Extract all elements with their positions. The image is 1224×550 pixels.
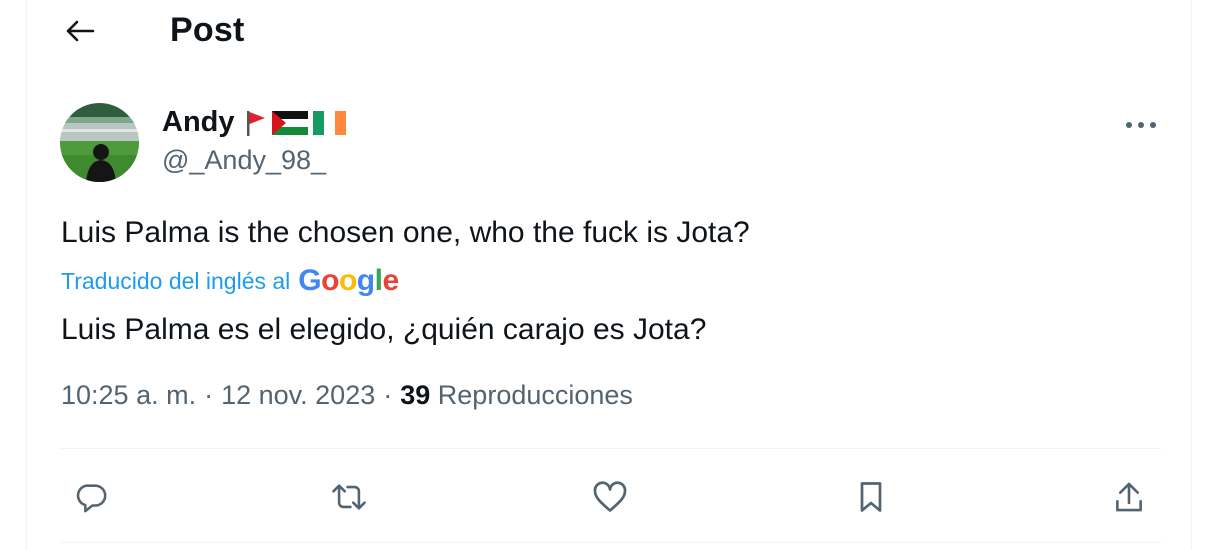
author-name[interactable]: Andy [162, 106, 235, 139]
translation-attribution[interactable]: Traducido del inglés al Google [61, 264, 399, 298]
repost-button[interactable] [327, 475, 371, 519]
name-flags [245, 109, 346, 137]
views-label: Reproducciones [437, 380, 633, 410]
action-bar [27, 465, 1191, 525]
page-title: Post [170, 11, 245, 49]
views: 39 Reproducciones [400, 380, 633, 411]
palestine-flag-icon [271, 110, 308, 135]
like-button[interactable] [588, 475, 632, 519]
meta-separator: · [383, 380, 393, 410]
tweet-meta: 10:25 a. m. · 12 nov. 2023 · 39 Reproduc… [61, 380, 633, 411]
page-header: Post [27, 0, 1191, 62]
tweet-time[interactable]: 10:25 a. m. [61, 380, 196, 411]
red-flag-icon [246, 110, 265, 136]
google-logo: Google [298, 264, 399, 297]
share-icon [1116, 482, 1142, 512]
divider [61, 542, 1161, 543]
tweet-text: Luis Palma is the chosen one, who the fu… [61, 216, 750, 249]
bookmark-button[interactable] [849, 475, 893, 519]
author-row: Andy [162, 106, 346, 139]
meta-separator: · [204, 380, 214, 410]
translated-text: Luis Palma es el elegido, ¿quién carajo … [61, 313, 707, 346]
reply-button[interactable] [69, 475, 113, 519]
avatar-image [60, 103, 139, 182]
share-button[interactable] [1107, 475, 1151, 519]
author-handle[interactable]: @_Andy_98_ [162, 145, 326, 176]
arrow-left-icon [66, 20, 95, 42]
more-options-button[interactable] [1117, 108, 1165, 142]
back-button[interactable] [63, 14, 97, 48]
reply-icon [76, 484, 107, 513]
post-page: Post Andy @_Andy_98_ Luis Palma is the c… [26, 0, 1192, 550]
views-count: 39 [400, 380, 431, 410]
translation-label: Traducido del inglés al [61, 267, 291, 294]
more-dots-icon [1126, 122, 1156, 128]
like-icon [593, 481, 627, 512]
repost-icon [332, 484, 366, 510]
ireland-flag-icon [312, 110, 346, 135]
tweet-date[interactable]: 12 nov. 2023 [221, 380, 375, 411]
avatar[interactable] [60, 103, 139, 182]
divider [61, 448, 1161, 449]
bookmark-icon [860, 482, 882, 512]
